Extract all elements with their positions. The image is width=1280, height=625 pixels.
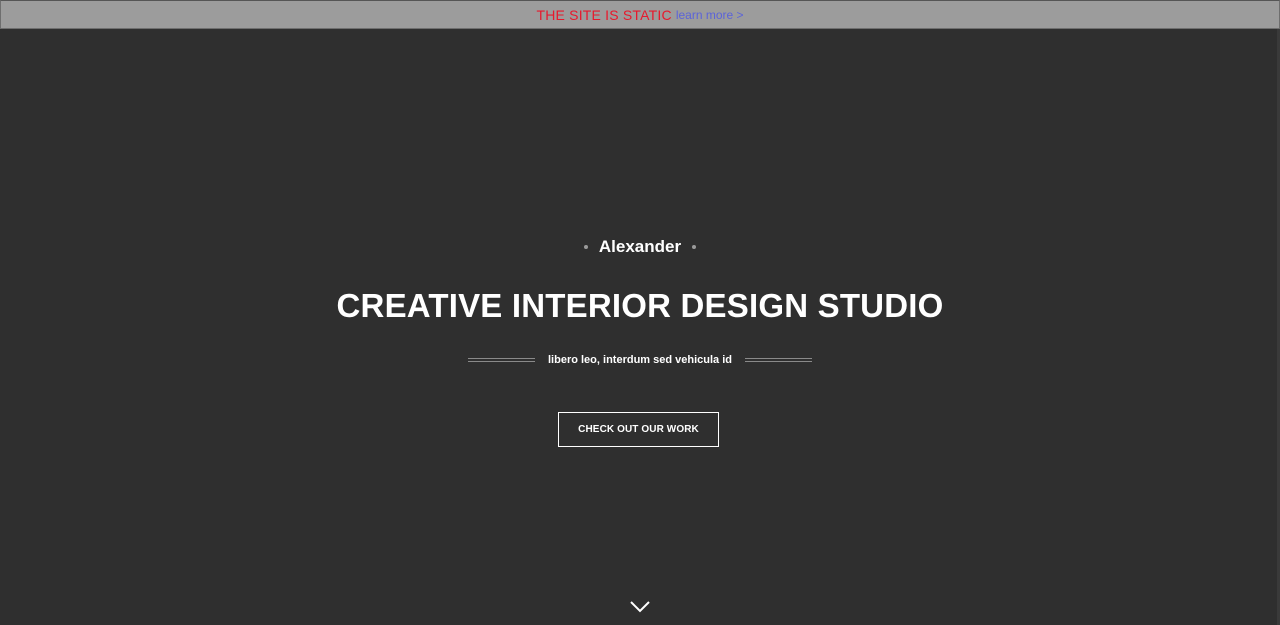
tagline: libero leo, interdum sed vehicula id	[548, 354, 732, 366]
page-title: CREATIVE INTERIOR DESIGN STUDIO	[336, 287, 944, 324]
chevron-down-icon[interactable]	[630, 600, 650, 614]
learn-more-link[interactable]: learn more >	[676, 8, 744, 22]
dot-icon	[692, 245, 697, 249]
studio-name: Alexander	[598, 237, 682, 256]
tagline-row: libero leo, interdum sed vehicula id	[0, 354, 1280, 366]
divider-line	[468, 358, 535, 362]
dot-icon	[583, 245, 588, 249]
banner-message: THE SITE IS STATIC	[536, 6, 672, 23]
hero-section: Alexander CREATIVE INTERIOR DESIGN STUDI…	[0, 29, 1280, 625]
divider-line	[745, 358, 812, 362]
name-row: Alexander	[0, 237, 1280, 257]
static-site-banner: THE SITE IS STATIC learn more >	[0, 0, 1280, 29]
check-out-work-button[interactable]: CHECK OUT OUR WORK	[558, 412, 719, 447]
